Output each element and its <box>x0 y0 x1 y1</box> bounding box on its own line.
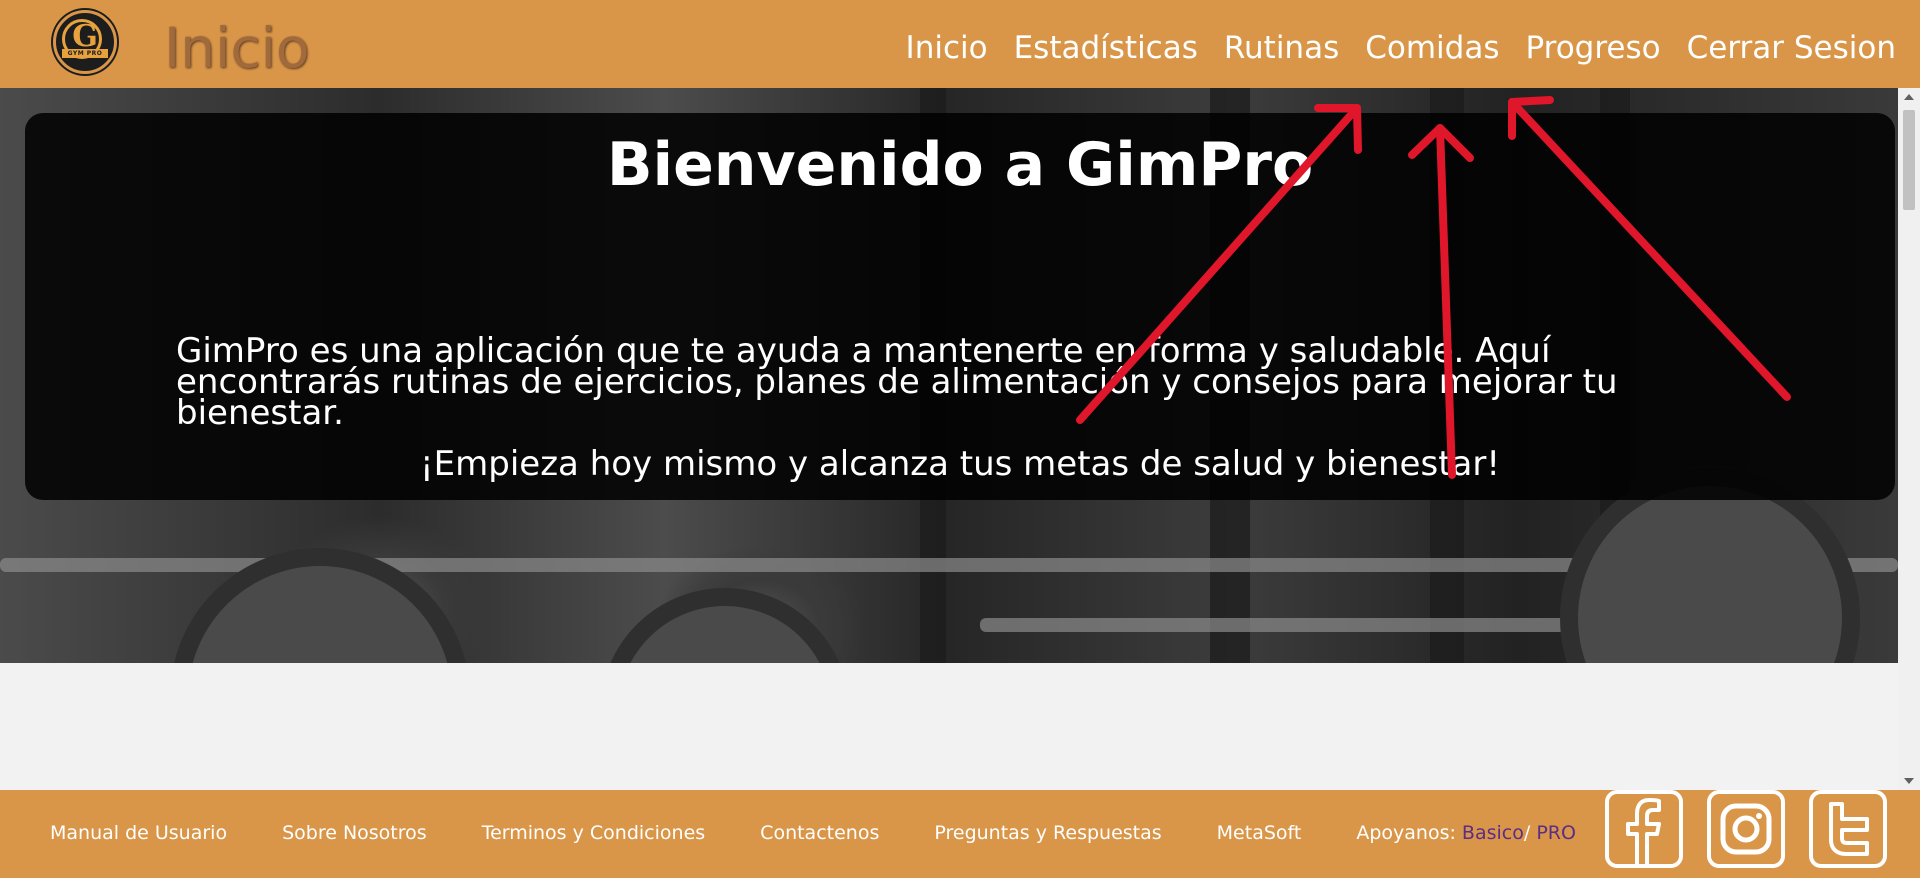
top-header: G GYM PRO Inicio Inicio Estadísticas Rut… <box>0 0 1920 88</box>
intro-text: GimPro es una aplicación que te ayuda a … <box>176 331 1618 433</box>
footer-link-preguntas[interactable]: Preguntas y Respuestas <box>934 822 1161 844</box>
page-title: Inicio <box>164 16 310 80</box>
scroll-down-arrow[interactable] <box>1904 778 1914 784</box>
footer-links: Manual de Usuario Sobre Nosotros Termino… <box>50 822 1576 844</box>
support-separator: / <box>1523 822 1531 844</box>
nav-estadisticas[interactable]: Estadísticas <box>1014 28 1198 68</box>
nav-comidas[interactable]: Comidas <box>1365 28 1499 68</box>
background-weight-plate <box>600 588 850 663</box>
social-links <box>1605 790 1887 868</box>
scrollbar-thumb[interactable] <box>1903 110 1915 210</box>
site-footer: Manual de Usuario Sobre Nosotros Termino… <box>0 790 1920 878</box>
instagram-icon[interactable] <box>1707 790 1785 868</box>
gympro-logo[interactable]: G GYM PRO <box>53 10 117 74</box>
twitter-icon[interactable] <box>1809 790 1887 868</box>
support-basic-link[interactable]: Basico <box>1462 822 1524 844</box>
footer-link-sobre-nosotros[interactable]: Sobre Nosotros <box>282 822 427 844</box>
footer-link-terminos[interactable]: Terminos y Condiciones <box>482 822 705 844</box>
footer-link-metasoft[interactable]: MetaSoft <box>1217 822 1302 844</box>
cta-text: ¡Empieza hoy mismo y alcanza tus metas d… <box>420 444 1500 484</box>
support-label: Apoyanos: <box>1356 822 1456 844</box>
nav-rutinas[interactable]: Rutinas <box>1224 28 1339 68</box>
logo-text: GYM PRO <box>62 49 108 58</box>
page-scrollbar[interactable] <box>1898 88 1920 790</box>
footer-link-manual[interactable]: Manual de Usuario <box>50 822 227 844</box>
main-nav: Inicio Estadísticas Rutinas Comidas Prog… <box>906 28 1896 68</box>
footer-link-contactenos[interactable]: Contactenos <box>760 822 879 844</box>
welcome-heading: Bienvenido a GimPro <box>606 130 1314 200</box>
support-pro-link[interactable]: PRO <box>1536 822 1576 844</box>
facebook-icon[interactable] <box>1605 790 1683 868</box>
nav-progreso[interactable]: Progreso <box>1525 28 1660 68</box>
nav-cerrar-sesion[interactable]: Cerrar Sesion <box>1687 28 1896 68</box>
nav-inicio[interactable]: Inicio <box>906 28 988 68</box>
support-text: Apoyanos: Basico/ PRO <box>1356 822 1576 844</box>
scroll-up-arrow[interactable] <box>1904 94 1914 100</box>
